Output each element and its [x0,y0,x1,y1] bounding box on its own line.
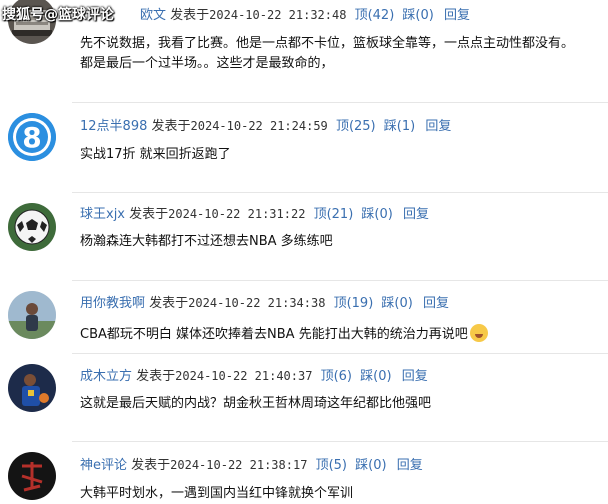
upvote-button[interactable]: 顶(19) [334,296,374,311]
reply-button[interactable]: 回复 [425,119,451,134]
watermark-text: 搜狐号@篮球评论 [2,7,114,23]
comment-meta: 球王xjx 发表于2024-10-22 21:31:22 顶(21) 踩(0) … [80,205,429,224]
comment-item: 神e评论 发表于2024-10-22 21:38:17 顶(5) 踩(0) 回复… [0,442,608,504]
timestamp: 2024-10-22 21:24:59 [190,119,328,133]
upvote-button[interactable]: 顶(6) [321,369,352,384]
upvote-button[interactable]: 顶(25) [336,119,376,134]
crying-emoji-icon [469,324,488,342]
comment-line: 大韩平时划水，一遇到国内当红中锋就换个军训 [80,486,354,501]
posted-label: 发表于 [151,119,191,134]
comment-meta: 用你教我啊 发表于2024-10-22 21:34:38 顶(19) 踩(0) … [80,294,449,313]
reply-button[interactable]: 回复 [403,207,429,222]
comment-meta: 神e评论 发表于2024-10-22 21:38:17 顶(5) 踩(0) 回复 [80,456,423,475]
upvote-button[interactable]: 顶(5) [316,458,347,473]
downvote-button[interactable]: 踩(0) [361,207,392,222]
comment-text: CBA都玩不明白 媒体还吹捧着去NBA 先能打出大韩的统治力再说吧 [80,324,608,345]
posted-label: 发表于 [129,207,169,222]
downvote-button[interactable]: 踩(0) [355,458,386,473]
basketball-player-avatar-icon[interactable] [8,364,56,412]
comment-line: CBA都玩不明白 媒体还吹捧着去NBA 先能打出大韩的统治力再说吧 [80,327,468,342]
comment-meta: 12点半898 发表于2024-10-22 21:24:59 顶(25) 踩(1… [80,117,451,136]
comment-text: 实战17折 就来回折返跑了 [80,145,608,165]
comment-text: 这就是最后天赋的内战？胡金秋王哲林周琦这年纪都比他强吧 [80,394,608,414]
reply-button[interactable]: 回复 [402,369,428,384]
posted-label: 发表于 [149,296,189,311]
soccer-ball-avatar-icon[interactable] [8,203,56,251]
username-link[interactable]: 12点半898 [80,119,147,134]
comment-line: 实战17折 就来回折返跑了 [80,147,231,162]
comment-item: 球王xjx 发表于2024-10-22 21:31:22 顶(21) 踩(0) … [0,193,608,281]
comment-line: 杨瀚森连大韩都打不过还想去NBA 多练练吧 [80,234,333,249]
comment-item: 8 12点半898 发表于2024-10-22 21:24:59 顶(25) 踩… [0,103,608,193]
comment-line: 先不说数据，我看了比赛。他是一点都不卡位，篮板球全靠等，一点点主动性都没有。 [80,36,575,51]
timestamp: 2024-10-22 21:34:38 [188,296,326,310]
comment-line: 都是最后一个过半场。。这些才是最致命的， [80,56,334,71]
comment-item: 用你教我啊 发表于2024-10-22 21:34:38 顶(19) 踩(0) … [0,281,608,351]
comment-meta: 欧文 发表于2024-10-22 21:32:48 顶(42) 踩(0) 回复 [80,6,470,25]
posted-label: 发表于 [131,458,171,473]
comment-text: 杨瀚森连大韩都打不过还想去NBA 多练练吧 [80,232,608,252]
timestamp: 2024-10-22 21:38:17 [170,458,308,472]
downvote-button[interactable]: 踩(0) [402,8,433,23]
downvote-button[interactable]: 踩(0) [360,369,391,384]
calligraphy-avatar-icon[interactable] [8,452,56,500]
username-link[interactable]: 欧文 [140,8,166,23]
timestamp: 2024-10-22 21:31:22 [168,207,306,221]
downvote-button[interactable]: 踩(1) [384,119,415,134]
reply-button[interactable]: 回复 [423,296,449,311]
posted-label: 发表于 [136,369,176,384]
timestamp: 2024-10-22 21:40:37 [175,369,313,383]
upvote-button[interactable]: 顶(42) [355,8,395,23]
comment-text: 先不说数据，我看了比赛。他是一点都不卡位，篮板球全靠等，一点点主动性都没有。 都… [80,34,608,74]
reply-button[interactable]: 回复 [444,8,470,23]
comment-line: 这就是最后天赋的内战？胡金秋王哲林周琦这年纪都比他强吧 [80,396,432,411]
comment-item: 成木立方 发表于2024-10-22 21:40:37 顶(6) 踩(0) 回复… [0,354,608,440]
svg-text:8: 8 [22,121,41,154]
username-link[interactable]: 球王xjx [80,207,125,222]
username-link[interactable]: 用你教我啊 [80,296,145,311]
username-link[interactable]: 成木立方 [80,369,132,384]
posted-label: 发表于 [170,8,210,23]
username-link[interactable]: 神e评论 [80,458,127,473]
reply-button[interactable]: 回复 [397,458,423,473]
person-photo-avatar-icon[interactable] [8,291,56,339]
comment-text: 大韩平时划水，一遇到国内当红中锋就换个军训 [80,484,608,504]
upvote-button[interactable]: 顶(21) [314,207,354,222]
downvote-button[interactable]: 踩(0) [381,296,412,311]
comment-meta: 成木立方 发表于2024-10-22 21:40:37 顶(6) 踩(0) 回复 [80,367,428,386]
number-eight-avatar-icon[interactable]: 8 [8,113,56,161]
timestamp: 2024-10-22 21:32:48 [209,8,347,22]
